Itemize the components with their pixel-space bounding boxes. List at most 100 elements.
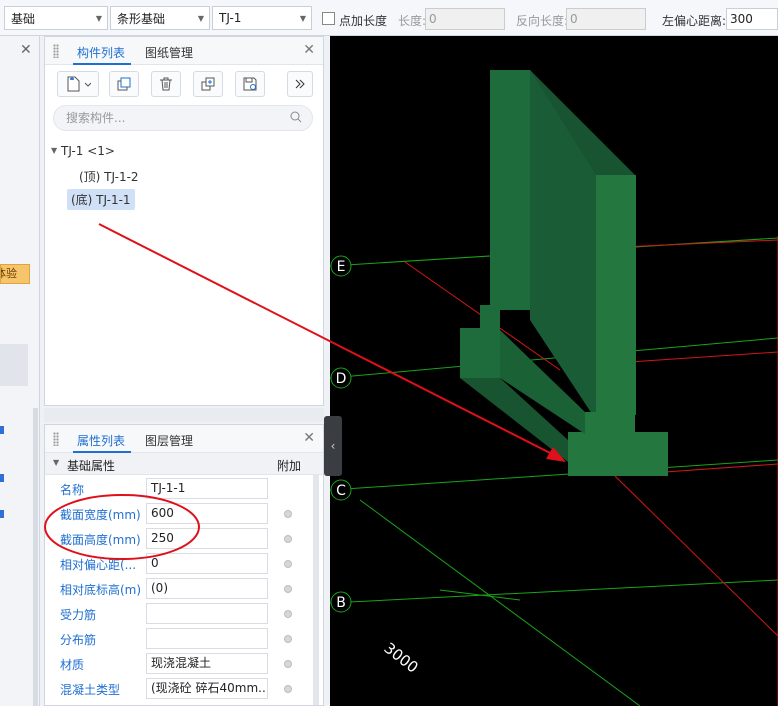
tab-property-list[interactable]: 属性列表 — [77, 432, 125, 449]
strip-foundation-solid[interactable] — [460, 70, 668, 476]
tab-component-list[interactable]: 构件列表 — [77, 44, 125, 61]
axis-c-text: C — [336, 483, 346, 499]
component-select-value: TJ-1 — [219, 11, 242, 25]
nav-marker — [0, 474, 4, 482]
axis-e-text: E — [337, 259, 346, 275]
reverse-length-label: 反向长度: — [516, 14, 569, 28]
property-value-input[interactable] — [146, 603, 268, 624]
delete-button[interactable] — [151, 71, 181, 97]
length-input[interactable]: 0 — [425, 8, 505, 30]
viewport-canvas[interactable]: E D C B 3000 — [330, 36, 778, 706]
component-select[interactable]: TJ-1 ▼ — [212, 6, 312, 30]
extra-checkbox[interactable] — [284, 660, 292, 668]
panel-splitter[interactable] — [44, 408, 324, 422]
extra-checkbox[interactable] — [284, 635, 292, 643]
chevron-down-icon: ▼ — [197, 14, 204, 23]
close-icon[interactable]: ✕ — [303, 42, 315, 58]
extra-checkbox[interactable] — [284, 560, 292, 568]
property-list-panel: 属性列表 图层管理 ✕ ▼ 基础属性 附加 名称 TJ-1-1 截面宽度(mm)… — [44, 424, 324, 706]
copy-icon — [117, 77, 131, 91]
component-search-input[interactable]: 搜索构件... — [53, 105, 313, 131]
property-value-input[interactable]: (0) — [146, 578, 268, 599]
new-document-icon — [67, 76, 91, 92]
extra-column-header: 附加 — [277, 459, 302, 473]
point-length-checkbox[interactable] — [322, 12, 335, 25]
app-window: 基础 ▼ 条形基础 ▼ TJ-1 ▼ 点加长度 长度: 0 反向长度: 0 左偏… — [0, 0, 778, 706]
property-row: 截面宽度(mm) 600 — [45, 501, 323, 526]
property-name: 相对底标高(m) — [60, 583, 142, 597]
property-name: 名称 — [60, 483, 85, 497]
extra-checkbox[interactable] — [284, 685, 292, 693]
trash-icon — [160, 77, 172, 91]
duplicate-icon — [201, 77, 215, 91]
drag-handle-icon[interactable] — [53, 432, 59, 446]
extra-checkbox[interactable] — [284, 610, 292, 618]
chevron-down-icon: ▼ — [95, 14, 102, 23]
property-value-input[interactable]: 600 — [146, 503, 268, 524]
left-offset-input[interactable]: 300 — [726, 8, 778, 30]
property-group-label: 基础属性 — [67, 459, 116, 473]
nav-marker — [0, 510, 4, 518]
scrollbar[interactable] — [313, 475, 319, 705]
new-component-button[interactable] — [57, 71, 99, 97]
top-toolbar: 基础 ▼ 条形基础 ▼ TJ-1 ▼ 点加长度 长度: 0 反向长度: 0 左偏… — [0, 0, 778, 36]
property-row: 名称 TJ-1-1 — [45, 476, 323, 501]
reverse-length-input[interactable]: 0 — [566, 8, 646, 30]
tree-expand-icon[interactable]: ▼ — [51, 146, 57, 155]
property-name: 截面高度(mm) — [60, 533, 141, 547]
more-button[interactable] — [287, 71, 313, 97]
search-placeholder: 搜索构件... — [66, 111, 126, 125]
tab-layer-manager[interactable]: 图层管理 — [145, 432, 193, 449]
extra-checkbox[interactable] — [284, 510, 292, 518]
extra-checkbox[interactable] — [284, 535, 292, 543]
property-value-input[interactable]: TJ-1-1 — [146, 478, 268, 499]
search-icon — [290, 111, 302, 123]
collapse-caret-icon[interactable]: ▼ — [53, 458, 59, 467]
axis-label-c: C — [330, 479, 352, 501]
property-value-input[interactable]: (现浇砼 碎石40mm... — [146, 678, 268, 699]
scrollbar[interactable] — [33, 408, 38, 706]
drag-handle-icon[interactable] — [53, 44, 59, 58]
close-icon[interactable]: ✕ — [303, 430, 315, 446]
property-name: 截面宽度(mm) — [60, 508, 141, 522]
nav-marker — [0, 426, 4, 434]
save-component-button[interactable] — [235, 71, 265, 97]
property-name: 受力筋 — [60, 608, 97, 622]
axis-b-text: B — [336, 595, 346, 611]
type-select[interactable]: 条形基础 ▼ — [110, 6, 210, 30]
property-row: 受力筋 — [45, 601, 323, 626]
experience-badge[interactable]: 体验 — [0, 264, 30, 284]
3d-viewport[interactable]: E D C B 3000 — [330, 36, 778, 706]
duplicate-button[interactable] — [193, 71, 223, 97]
property-group-header[interactable]: ▼ 基础属性 附加 — [45, 453, 323, 475]
property-row: 截面高度(mm) 250 — [45, 526, 323, 551]
tree-child-top[interactable]: (顶) TJ-1-2 — [79, 168, 139, 185]
component-list-panel: 构件列表 图纸管理 ✕ 搜索构件... ▼ TJ-1 <1> (顶) TJ-1-… — [44, 36, 324, 406]
property-value-input[interactable]: 现浇混凝土 — [146, 653, 268, 674]
property-row: 相对偏心距(... 0 — [45, 551, 323, 576]
close-icon[interactable]: ✕ — [20, 42, 32, 58]
double-chevron-right-icon — [295, 79, 305, 89]
tree-child-bottom-selected[interactable]: (底) TJ-1-1 — [67, 189, 135, 210]
category-select[interactable]: 基础 ▼ — [4, 6, 108, 30]
axis-d-text: D — [336, 371, 347, 387]
copy-button[interactable] — [109, 71, 139, 97]
property-row: 相对底标高(m) (0) — [45, 576, 323, 601]
property-value-input[interactable] — [146, 628, 268, 649]
axis-label-e: E — [330, 255, 352, 277]
property-value-input[interactable]: 0 — [146, 553, 268, 574]
left-side-panel: ✕ 体验 — [0, 36, 40, 706]
left-offset-label: 左偏心距离: — [662, 14, 727, 28]
point-length-label: 点加长度 — [339, 14, 388, 28]
property-name: 相对偏心距(... — [60, 558, 137, 572]
property-name: 混凝土类型 — [60, 683, 121, 697]
property-row: 材质 现浇混凝土 — [45, 651, 323, 676]
tab-drawing-manager[interactable]: 图纸管理 — [145, 44, 193, 61]
property-row: 分布筋 — [45, 626, 323, 651]
extra-checkbox[interactable] — [284, 585, 292, 593]
tree-root-item[interactable]: TJ-1 <1> — [61, 144, 115, 158]
property-value-input[interactable]: 250 — [146, 528, 268, 549]
viewport-collapse-handle[interactable]: ‹ — [324, 416, 342, 476]
selected-nav-block[interactable] — [0, 344, 28, 386]
save-icon — [243, 77, 257, 91]
